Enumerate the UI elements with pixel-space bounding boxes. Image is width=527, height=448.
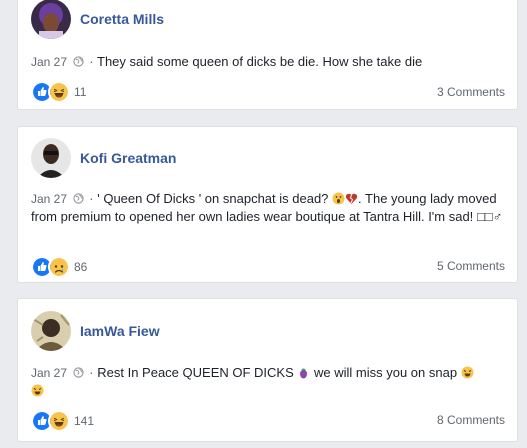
post-author[interactable]: Kofi Greatman bbox=[31, 138, 176, 178]
avatar[interactable] bbox=[31, 138, 71, 178]
separator: · bbox=[89, 191, 94, 206]
reaction-summary[interactable]: 86 bbox=[31, 256, 87, 278]
post-text: Rest In Peace QUEEN OF DICKS bbox=[97, 365, 294, 380]
crying-laughing-face-icon bbox=[31, 384, 44, 397]
post-body: Jan 27 · ' Queen Of Dicks ' on snapchat … bbox=[31, 190, 505, 226]
crying-laughing-face-icon bbox=[461, 366, 474, 379]
reaction-count[interactable]: 11 bbox=[74, 85, 86, 99]
globe-icon bbox=[73, 193, 84, 204]
comments-count[interactable]: 8 Comments bbox=[437, 413, 505, 427]
post-text: ' Queen Of Dicks ' on snapchat is dead? bbox=[97, 191, 329, 206]
post-date[interactable]: Jan 27 bbox=[31, 192, 67, 206]
post-body: Jan 27 · Rest In Peace QUEEN OF DICKS we… bbox=[31, 364, 505, 400]
comments-count[interactable]: 5 Comments bbox=[437, 259, 505, 273]
reaction-count[interactable]: 86 bbox=[74, 260, 87, 274]
eggplant-icon bbox=[300, 368, 308, 379]
separator: · bbox=[89, 365, 94, 380]
post-text: They said some queen of dicks be die. Ho… bbox=[97, 54, 423, 69]
comments-count[interactable]: 3 Comments bbox=[437, 85, 505, 99]
reaction-summary[interactable]: 141 bbox=[31, 410, 94, 432]
reaction-count[interactable]: 141 bbox=[74, 414, 94, 428]
author-name[interactable]: Kofi Greatman bbox=[80, 150, 176, 166]
author-name[interactable]: Coretta Mills bbox=[80, 11, 164, 27]
sad-icon bbox=[48, 256, 70, 278]
post-date[interactable]: Jan 27 bbox=[31, 55, 67, 69]
post-card: Kofi Greatman Jan 27 · ' Queen Of Dicks … bbox=[17, 126, 518, 283]
news-feed: Coretta Mills Jan 27 · They said some qu… bbox=[0, 0, 527, 448]
post-date[interactable]: Jan 27 bbox=[31, 366, 67, 380]
post-text-tail: □□♂ bbox=[476, 209, 503, 224]
author-name[interactable]: IamWa Fiew bbox=[80, 323, 160, 339]
post-author[interactable]: IamWa Fiew bbox=[31, 311, 160, 351]
globe-icon bbox=[73, 367, 84, 378]
post-card: IamWa Fiew Jan 27 · Rest In Peace QUEEN … bbox=[17, 298, 518, 442]
post-card: Coretta Mills Jan 27 · They said some qu… bbox=[17, 0, 518, 110]
reaction-summary[interactable]: 11 bbox=[31, 81, 86, 103]
shocked-face-icon bbox=[332, 192, 345, 205]
post-body: Jan 27 · They said some queen of dicks b… bbox=[31, 53, 505, 71]
globe-icon bbox=[73, 56, 84, 67]
broken-heart-icon bbox=[345, 193, 358, 204]
post-author[interactable]: Coretta Mills bbox=[31, 0, 164, 39]
haha-icon bbox=[48, 410, 70, 432]
separator: · bbox=[89, 54, 94, 69]
avatar[interactable] bbox=[31, 0, 71, 39]
haha-icon bbox=[48, 81, 70, 103]
post-text-continued: we will miss you on snap bbox=[314, 365, 458, 380]
avatar[interactable] bbox=[31, 311, 71, 351]
